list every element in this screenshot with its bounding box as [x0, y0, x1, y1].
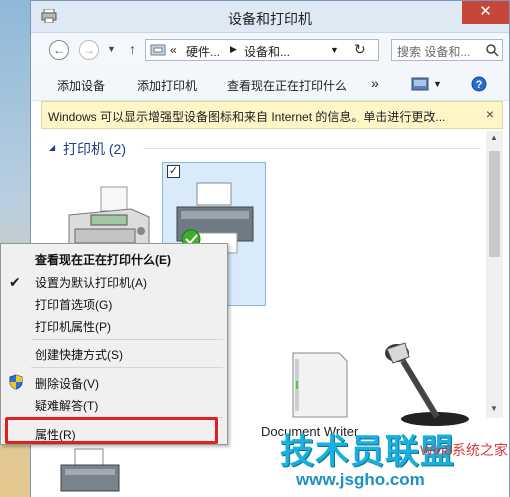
address-row: ← → ▼ ↑ « 硬件... ▶ 设备和... ▼ ↻ 搜索 设备和...: [31, 33, 509, 67]
collapse-group-icon[interactable]: ◢: [49, 143, 55, 152]
menu-printer-properties[interactable]: 打印机属性(P): [35, 318, 111, 335]
group-header-printers[interactable]: 打印机 (2): [63, 139, 126, 159]
help-icon[interactable]: ?: [471, 76, 487, 92]
scroll-up-arrow-icon[interactable]: ▲: [490, 133, 498, 142]
info-bar-text[interactable]: Windows 可以显示增强型设备图标和来自 Internet 的信息。单击进行…: [48, 108, 445, 125]
address-bar[interactable]: « 硬件... ▶ 设备和... ▼ ↻: [145, 39, 379, 61]
view-options-icon[interactable]: [411, 77, 429, 91]
menu-separator: [31, 339, 223, 340]
search-icon[interactable]: [486, 44, 499, 57]
menu-see-printing[interactable]: 查看现在正在打印什么(E): [35, 251, 171, 268]
history-dropdown-icon[interactable]: ▼: [107, 44, 116, 54]
refresh-icon[interactable]: ↻: [354, 41, 366, 58]
menu-troubleshoot[interactable]: 疑难解答(T): [35, 397, 98, 414]
folder-location-icon: [150, 44, 166, 56]
breadcrumb-devices[interactable]: 设备和...: [244, 43, 290, 60]
watermark-url: www.jsgho.com: [296, 470, 425, 489]
svg-text:?: ?: [476, 79, 483, 91]
scrollbar-thumb[interactable]: [489, 151, 500, 257]
selection-checkbox[interactable]: ✓: [167, 165, 180, 178]
menu-printing-preferences[interactable]: 打印首选项(G): [35, 296, 112, 313]
breadcrumb-overflow[interactable]: «: [170, 43, 177, 57]
search-input[interactable]: 搜索 设备和...: [391, 39, 503, 61]
vertical-scrollbar[interactable]: ▲ ▼: [486, 131, 503, 418]
checkmark-icon: ✔: [9, 274, 21, 290]
info-bar[interactable]: Windows 可以显示增强型设备图标和来自 Internet 的信息。单击进行…: [41, 101, 503, 129]
title-bar: 设备和打印机 ✕: [31, 1, 509, 33]
breadcrumb-separator-icon: ▶: [230, 44, 237, 54]
info-bar-close-icon[interactable]: ×: [486, 106, 494, 122]
group-divider: [143, 148, 481, 149]
view-dropdown-icon[interactable]: ▼: [433, 79, 442, 89]
command-bar: 添加设备 添加打印机 查看现在正在打印什么 » ▼ ?: [31, 67, 509, 101]
back-button[interactable]: ←: [49, 40, 69, 60]
external-drive-icon[interactable]: [281, 351, 355, 421]
forward-button[interactable]: →: [79, 40, 99, 60]
search-placeholder: 搜索 设备和...: [397, 45, 471, 59]
see-printing-button[interactable]: 查看现在正在打印什么: [227, 77, 347, 94]
uac-shield-icon: [9, 374, 23, 390]
menu-remove-device[interactable]: 删除设备(V): [35, 375, 99, 392]
menu-separator: [31, 367, 223, 368]
window-title: 设备和打印机: [228, 11, 312, 27]
properties-highlight-box: [5, 417, 218, 444]
up-arrow-icon[interactable]: ↑: [129, 41, 136, 57]
add-device-button[interactable]: 添加设备: [57, 77, 105, 94]
microphone-icon[interactable]: [377, 339, 473, 427]
scroll-down-arrow-icon[interactable]: ▼: [490, 404, 498, 413]
more-commands-button[interactable]: »: [371, 75, 379, 91]
add-printer-button[interactable]: 添加打印机: [137, 77, 197, 94]
close-button[interactable]: ✕: [462, 1, 509, 24]
bottom-printer-icon[interactable]: [57, 447, 123, 497]
menu-create-shortcut[interactable]: 创建快捷方式(S): [35, 346, 123, 363]
address-dropdown-icon[interactable]: ▼: [330, 45, 339, 55]
context-menu: 查看现在正在打印什么(E) ✔ 设置为默认打印机(A) 打印首选项(G) 打印机…: [0, 243, 228, 445]
breadcrumb-hardware[interactable]: 硬件...: [186, 43, 220, 60]
watermark-small-text: Win8系统之家: [420, 442, 508, 458]
menu-set-default[interactable]: 设置为默认打印机(A): [35, 274, 147, 291]
